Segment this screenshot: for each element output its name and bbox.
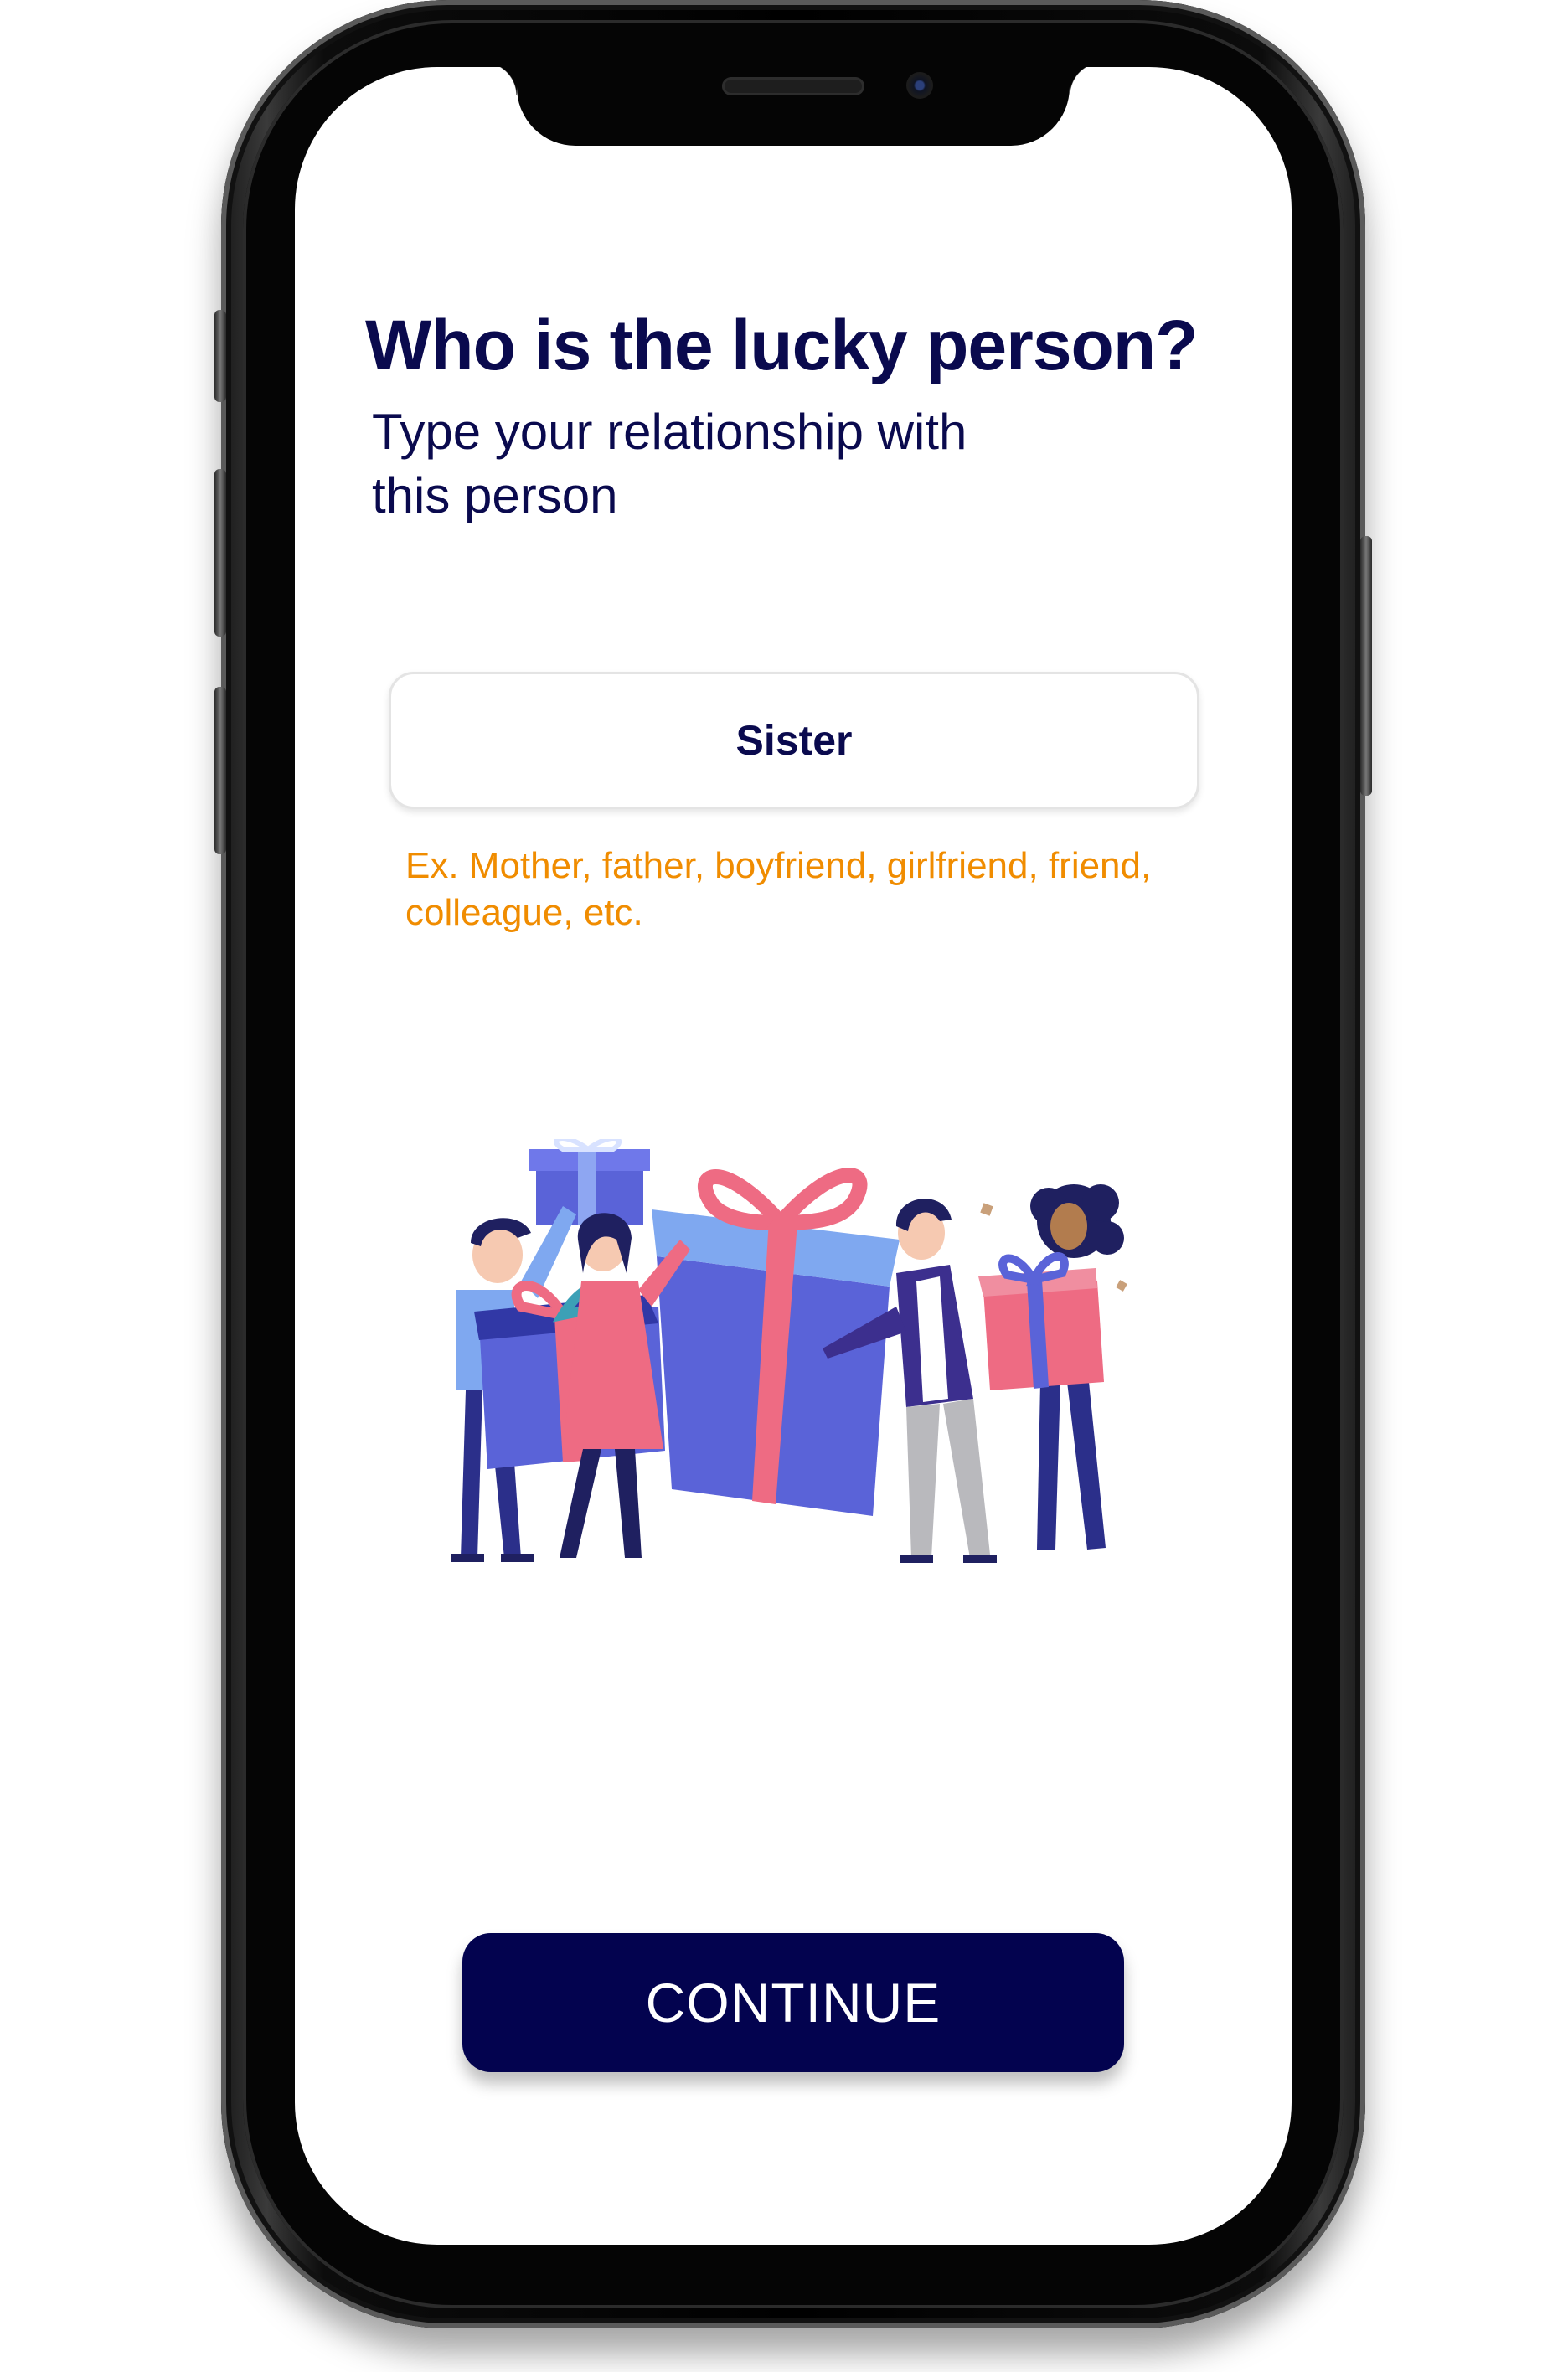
- small-gift-icon: [529, 1139, 650, 1225]
- relationship-input[interactable]: Sister: [389, 672, 1199, 809]
- power-button: [1360, 536, 1372, 796]
- page-subtitle: Type your relationship with this person: [372, 404, 967, 523]
- stage: Who is the lucky person? Type your relat…: [0, 0, 1568, 2372]
- page-title: Who is the lucky person?: [365, 306, 1198, 384]
- silent-switch: [214, 310, 226, 402]
- phone-screen: Who is the lucky person? Type your relat…: [295, 67, 1292, 2245]
- volume-up-button: [214, 469, 226, 637]
- continue-button[interactable]: CONTINUE: [462, 1933, 1124, 2072]
- volume-down-button: [214, 687, 226, 854]
- people-carrying-gifts-illustration: [451, 1139, 1127, 1563]
- pink-gift-icon: [978, 1252, 1104, 1390]
- speaker-icon: [722, 77, 864, 95]
- camera-icon: [906, 72, 933, 99]
- relationship-hint: Ex. Mother, father, boyfriend, girlfrien…: [405, 845, 1152, 933]
- notch: [483, 67, 1103, 146]
